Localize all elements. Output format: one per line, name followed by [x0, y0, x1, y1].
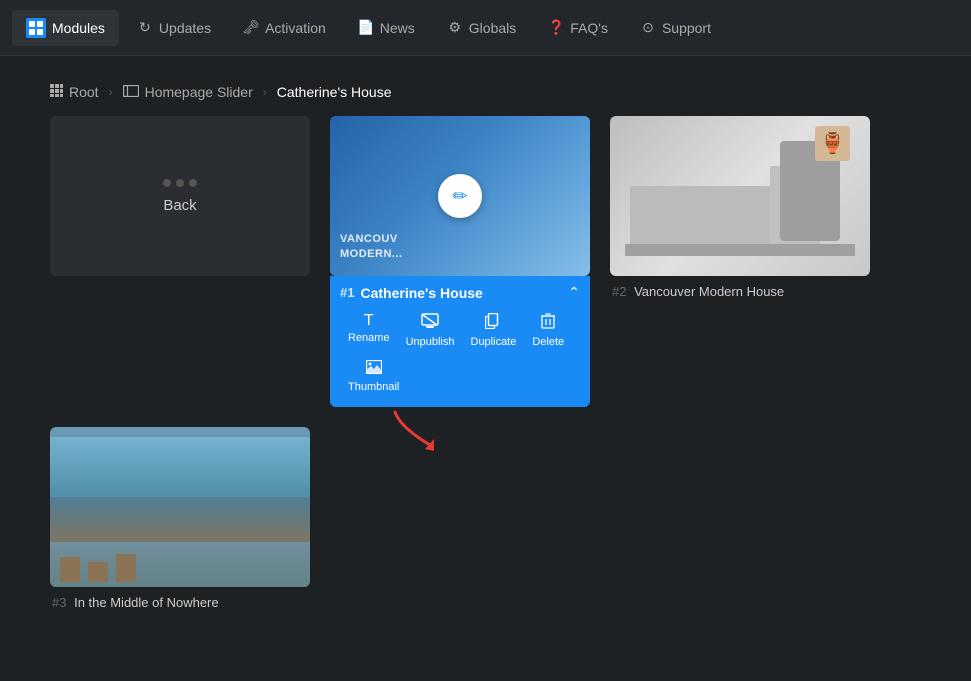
selected-card-wrapper: VANCOUV MODERN... ✏ #1 Catherine's House…	[330, 116, 590, 407]
card2-label: #2 Vancouver Modern House	[610, 284, 870, 299]
nav-news[interactable]: 📄 News	[344, 12, 429, 44]
gear-icon: ⚙	[447, 20, 463, 36]
pool-thumbnail	[50, 427, 310, 587]
breadcrumb-current-label: Catherine's House	[277, 84, 392, 100]
content-grid: Back VANCOUV MODERN... ✏ #1	[0, 116, 971, 407]
card-vancouver[interactable]: 🏺 #2 Vancouver Modern House	[610, 116, 870, 407]
card3-num: #3	[52, 595, 66, 610]
breadcrumb-slider[interactable]: Homepage Slider	[123, 84, 253, 100]
nav-modules[interactable]: Modules	[12, 10, 119, 46]
thumbnail-button[interactable]: Thumbnail	[340, 356, 407, 397]
card-catherines-house[interactable]: VANCOUV MODERN... ✏	[330, 116, 590, 276]
breadcrumb-slider-label: Homepage Slider	[145, 84, 253, 100]
unpublish-label: Unpublish	[406, 336, 455, 348]
chevron-up-icon[interactable]: ⌃	[568, 284, 580, 301]
unpublish-button[interactable]: Unpublish	[398, 309, 463, 352]
thumbnail-label: Thumbnail	[348, 381, 399, 393]
card2-num: #2	[612, 284, 626, 299]
key-icon: 🗝	[243, 20, 259, 36]
delete-button[interactable]: Delete	[524, 309, 572, 352]
card-nowhere[interactable]: #3 In the Middle of Nowhere	[50, 427, 310, 610]
nav-news-label: News	[380, 20, 415, 36]
document-icon: 📄	[358, 20, 374, 36]
delete-label: Delete	[532, 336, 564, 348]
card-title-text: Catherine's House	[360, 285, 482, 301]
dropdown-actions: T Rename Unpublish	[340, 309, 580, 352]
refresh-icon: ↻	[137, 20, 153, 36]
thumbnail-icon	[366, 360, 382, 378]
modules-icon	[26, 18, 46, 38]
support-icon: ⊙	[640, 20, 656, 36]
dropdown-header: #1 Catherine's House ⌃	[340, 284, 580, 301]
breadcrumb: Root › Homepage Slider › Catherine's Hou…	[0, 56, 971, 116]
delete-icon	[541, 313, 555, 333]
unpublish-icon	[421, 313, 439, 333]
nav-bar: Modules ↻ Updates 🗝 Activation 📄 News ⚙ …	[12, 10, 725, 46]
rename-icon: T	[364, 313, 374, 329]
card3-title: In the Middle of Nowhere	[74, 595, 219, 610]
card-dropdown: #1 Catherine's House ⌃ T Rename	[330, 276, 590, 407]
nav-globals-label: Globals	[469, 20, 516, 36]
grid-icon	[50, 84, 63, 100]
edit-button[interactable]: ✏	[438, 174, 482, 218]
topbar: Modules ↻ Updates 🗝 Activation 📄 News ⚙ …	[0, 0, 971, 56]
nav-support-label: Support	[662, 20, 711, 36]
back-dots	[163, 179, 197, 187]
card-num-badge: #1	[340, 285, 354, 300]
rename-label: Rename	[348, 332, 390, 344]
vancouver-thumbnail: 🏺	[610, 116, 870, 276]
card2-title: Vancouver Modern House	[634, 284, 784, 299]
pencil-icon: ✏	[452, 186, 467, 207]
breadcrumb-root[interactable]: Root	[50, 84, 99, 100]
nav-modules-label: Modules	[52, 20, 105, 36]
nav-support[interactable]: ⊙ Support	[626, 12, 725, 44]
nav-updates[interactable]: ↻ Updates	[123, 12, 225, 44]
duplicate-button[interactable]: Duplicate	[463, 309, 525, 352]
house-text: VANCOUV MODERN...	[340, 232, 403, 261]
back-card[interactable]: Back	[50, 116, 310, 407]
breadcrumb-root-label: Root	[69, 84, 99, 100]
duplicate-label: Duplicate	[471, 336, 517, 348]
back-label: Back	[163, 197, 196, 214]
nav-faqs[interactable]: ❓ FAQ's	[534, 12, 622, 44]
slider-icon	[123, 84, 139, 100]
nav-activation-label: Activation	[265, 20, 326, 36]
rename-button[interactable]: T Rename	[340, 309, 398, 348]
nav-globals[interactable]: ⚙ Globals	[433, 12, 530, 44]
breadcrumb-sep1: ›	[109, 85, 113, 99]
duplicate-icon	[485, 313, 501, 333]
nav-activation[interactable]: 🗝 Activation	[229, 12, 340, 44]
faq-icon: ❓	[548, 20, 564, 36]
nav-faqs-label: FAQ's	[570, 20, 608, 36]
nav-updates-label: Updates	[159, 20, 211, 36]
dropdown-title: #1 Catherine's House	[340, 285, 483, 301]
card3-label: #3 In the Middle of Nowhere	[50, 595, 310, 610]
breadcrumb-sep2: ›	[263, 85, 267, 99]
bottom-row: #3 In the Middle of Nowhere	[0, 427, 971, 610]
